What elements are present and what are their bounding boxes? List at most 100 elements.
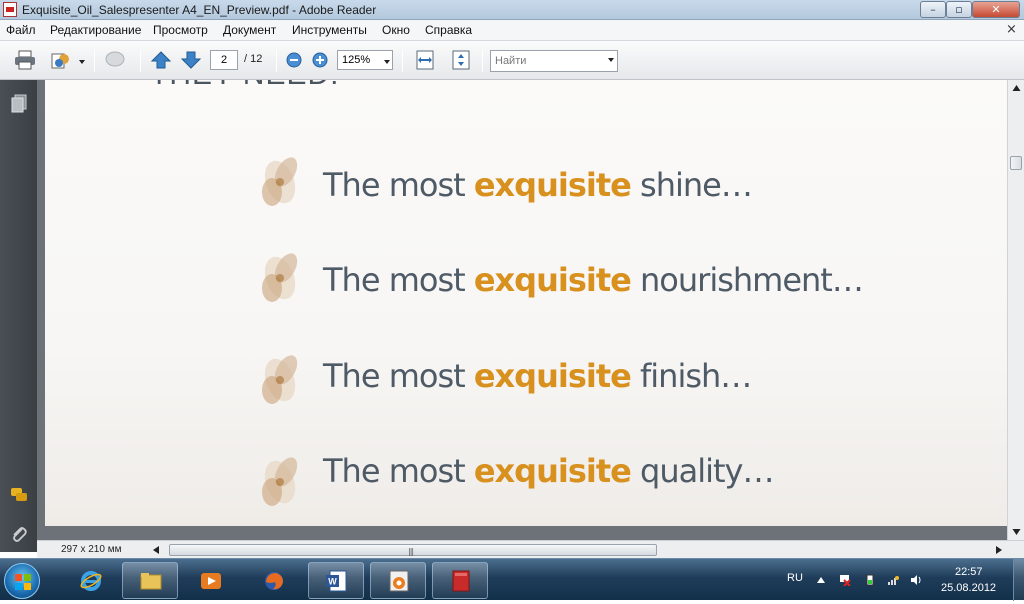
line-suffix: quality…: [630, 452, 774, 490]
scroll-grip-icon: |||: [408, 547, 414, 556]
comments-panel-icon[interactable]: [10, 485, 28, 505]
pdf-page: THEY NEED: The most exquisite shine… The…: [45, 80, 1007, 526]
status-bar: 297 x 210 мм |||: [37, 540, 1024, 558]
zoom-in-icon[interactable]: [311, 51, 329, 69]
show-desktop-button[interactable]: [1013, 559, 1024, 601]
line-highlight: exquisite: [473, 166, 632, 204]
navigation-pane: [0, 80, 37, 552]
bullet-line-nourishment: The most exquisite nourishment…: [323, 261, 864, 299]
zoom-out-icon[interactable]: [285, 51, 303, 69]
network-icon[interactable]: [887, 574, 899, 586]
adobe-reader-icon: [452, 570, 470, 592]
maximize-icon: ▫: [955, 3, 963, 16]
line-suffix: finish…: [630, 357, 752, 395]
vertical-scrollbar[interactable]: [1007, 80, 1024, 540]
search-placeholder: Найти: [495, 55, 527, 67]
share-icon[interactable]: [50, 50, 72, 70]
previous-page-icon[interactable]: [150, 50, 172, 70]
pages-panel-icon[interactable]: [10, 94, 28, 114]
menu-view[interactable]: Просмотр: [153, 23, 208, 37]
taskbar-word[interactable]: W: [308, 562, 364, 599]
close-button[interactable]: ✕: [972, 1, 1020, 18]
adobe-pdf-icon: [3, 2, 17, 17]
line-prefix: The most: [323, 357, 474, 395]
fit-width-icon[interactable]: [414, 50, 436, 70]
menu-file[interactable]: Файл: [6, 23, 36, 37]
flower-bullet-icon: [262, 157, 298, 206]
page-number-input[interactable]: 2: [210, 50, 238, 70]
bullet-line-quality: The most exquisite quality…: [323, 452, 774, 490]
taskbar-internet-explorer[interactable]: [62, 562, 118, 599]
internet-explorer-icon: [80, 571, 102, 591]
menu-document[interactable]: Документ: [223, 23, 276, 37]
taskbar-firefox[interactable]: [245, 562, 301, 599]
next-page-icon[interactable]: [180, 50, 202, 70]
line-prefix: The most: [323, 261, 474, 299]
comment-bubble-icon[interactable]: [104, 50, 126, 70]
toolbar: 2 / 12 125% Найти: [0, 41, 1024, 80]
close-icon: ✕: [991, 3, 1001, 16]
clock-time[interactable]: 22:57: [955, 566, 983, 578]
search-dropdown-icon[interactable]: [608, 58, 614, 62]
volume-icon[interactable]: [910, 574, 922, 586]
line-highlight: exquisite: [473, 452, 632, 490]
show-hidden-icons-icon[interactable]: [815, 574, 827, 586]
taskbar-file-explorer[interactable]: [122, 562, 178, 599]
taskbar-adobe-reader[interactable]: [432, 562, 488, 599]
bullet-line-finish: The most exquisite finish…: [323, 357, 752, 395]
folder-icon: [140, 573, 162, 590]
windows-logo-icon: [15, 574, 31, 590]
taskbar-media-player[interactable]: [182, 562, 238, 599]
taskbar-ico-app[interactable]: [370, 562, 426, 599]
search-input[interactable]: Найти: [490, 50, 618, 72]
firefox-icon: [265, 572, 283, 590]
start-button[interactable]: [4, 563, 40, 599]
line-suffix: nourishment…: [630, 261, 864, 299]
menu-help[interactable]: Справка: [425, 23, 472, 37]
zoom-dropdown-icon[interactable]: [384, 60, 390, 64]
line-highlight: exquisite: [473, 261, 632, 299]
menu-tools[interactable]: Инструменты: [292, 23, 367, 37]
window-title: Exquisite_Oil_Salespresenter A4_EN_Previ…: [22, 3, 377, 17]
taskbar: W RU 22:57 25.08.2012: [0, 558, 1024, 601]
fit-page-icon[interactable]: [450, 50, 472, 70]
minimize-icon: –: [930, 3, 936, 16]
document-close-icon[interactable]: ×: [1006, 22, 1017, 37]
flower-bullet-icon: [262, 253, 298, 302]
svg-text:W: W: [328, 577, 337, 587]
menu-window[interactable]: Окно: [382, 23, 410, 37]
menu-edit[interactable]: Редактирование: [50, 23, 141, 37]
print-icon[interactable]: [14, 50, 36, 70]
bullet-line-shine: The most exquisite shine…: [323, 166, 753, 204]
word-icon: W: [326, 570, 347, 592]
language-indicator[interactable]: RU: [787, 572, 803, 584]
scroll-down-icon[interactable]: [1008, 523, 1024, 540]
document-viewport[interactable]: THEY NEED: The most exquisite shine… The…: [37, 80, 1007, 540]
line-highlight: exquisite: [473, 357, 632, 395]
title-bar: Exquisite_Oil_Salespresenter A4_EN_Previ…: [0, 0, 1024, 20]
share-dropdown-icon[interactable]: [79, 60, 85, 64]
menu-bar: Файл Редактирование Просмотр Документ Ин…: [0, 20, 1024, 41]
flower-bullet-icon: [262, 355, 298, 404]
flower-bullet-icon: [262, 457, 298, 506]
page-total: / 12: [244, 53, 263, 65]
vertical-scroll-thumb[interactable]: [1010, 156, 1022, 170]
ico-converter-icon: [389, 570, 409, 592]
page-size-label: 297 x 210 мм: [61, 544, 122, 555]
line-prefix: The most: [323, 166, 474, 204]
maximize-button[interactable]: ▫: [946, 1, 972, 18]
line-prefix: The most: [323, 452, 474, 490]
horizontal-scrollbar[interactable]: |||: [157, 543, 1005, 557]
minimize-button[interactable]: –: [920, 1, 946, 18]
scroll-right-icon[interactable]: [994, 545, 1004, 555]
zoom-value: 125%: [342, 54, 371, 66]
clock-date[interactable]: 25.08.2012: [941, 582, 996, 594]
battery-icon[interactable]: [864, 574, 876, 586]
partial-heading: THEY NEED:: [150, 80, 340, 92]
line-suffix: shine…: [630, 166, 753, 204]
scroll-up-icon[interactable]: [1008, 80, 1024, 97]
horizontal-scroll-thumb[interactable]: |||: [169, 544, 657, 556]
attachments-paperclip-icon[interactable]: [10, 525, 28, 545]
action-center-flag-icon[interactable]: [839, 574, 851, 586]
media-player-icon: [201, 573, 221, 589]
